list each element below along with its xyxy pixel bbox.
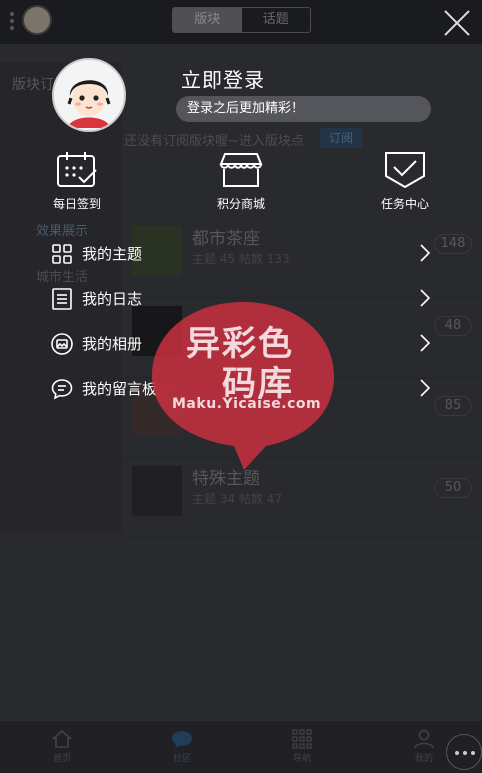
document-lines-icon — [52, 288, 72, 310]
menu-item-label: 我的主题 — [82, 245, 143, 263]
store-icon — [219, 153, 263, 187]
cartoon-avatar-icon — [54, 60, 124, 130]
chevron-right-icon — [420, 244, 431, 262]
watermark-url: Maku.Yicaise.com — [172, 396, 322, 412]
close-icon[interactable] — [440, 8, 474, 38]
quick-action-store[interactable]: 积分商城 — [186, 150, 296, 212]
task-check-icon — [385, 152, 425, 189]
quick-action-label: 任务中心 — [380, 197, 429, 211]
more-button[interactable] — [446, 734, 482, 770]
chevron-right-icon — [420, 379, 431, 397]
more-dots-icon — [455, 751, 459, 755]
message-board-icon — [51, 379, 73, 400]
chevron-right-icon — [420, 289, 431, 307]
avatar[interactable] — [52, 58, 126, 132]
login-title[interactable]: 立即登录 — [181, 64, 265, 93]
menu-item-label: 我的日志 — [82, 290, 143, 308]
calendar-check-icon — [57, 152, 97, 187]
login-subtitle[interactable]: 登录之后更加精彩！ — [176, 96, 431, 122]
chevron-right-icon — [420, 334, 431, 352]
menu-item-label: 我的留言板 — [82, 380, 158, 398]
quick-action-tasks[interactable]: 任务中心 — [350, 150, 460, 212]
menu-item-label: 我的相册 — [82, 335, 143, 353]
quick-action-label: 每日签到 — [52, 197, 101, 211]
photo-icon — [51, 333, 73, 355]
quick-action-checkin[interactable]: 每日签到 — [22, 150, 132, 212]
grid-four-icon — [52, 244, 72, 264]
quick-action-label: 积分商城 — [216, 197, 265, 211]
menu-item-my-topics[interactable]: 我的主题 — [50, 238, 440, 270]
